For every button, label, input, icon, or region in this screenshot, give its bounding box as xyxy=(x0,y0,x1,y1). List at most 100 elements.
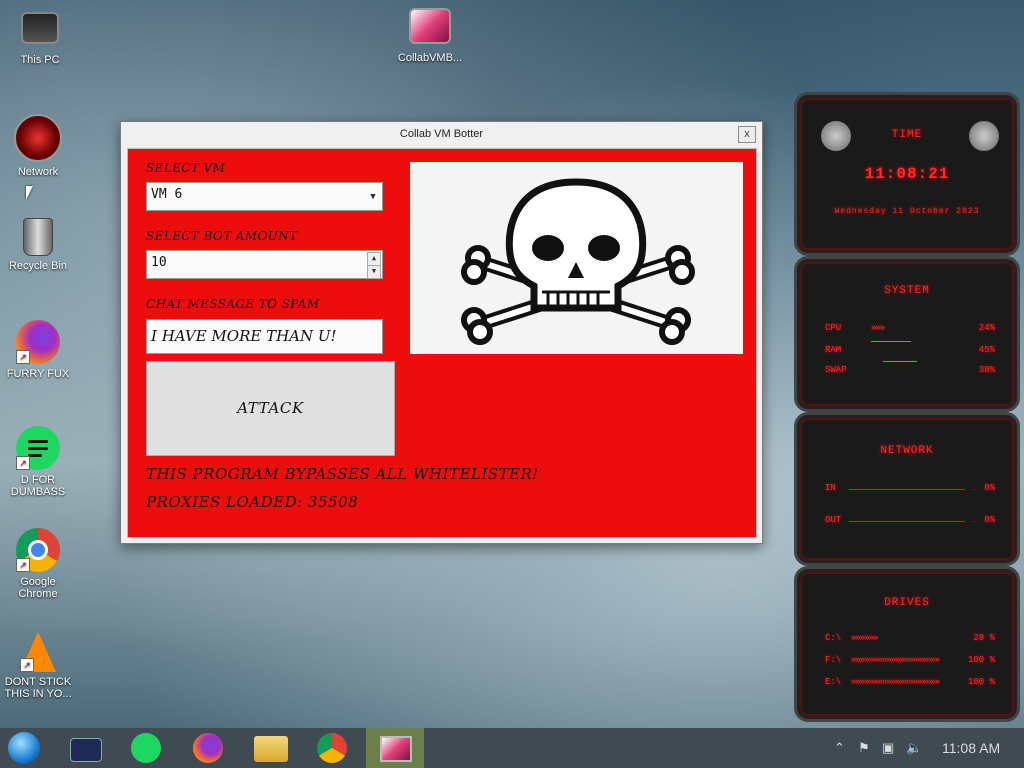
firefox-icon: ↗ xyxy=(16,320,60,364)
select-vm-value: VM 6 xyxy=(151,187,183,202)
task-view-icon[interactable] xyxy=(70,738,102,762)
gadget-title: DRIVES xyxy=(884,597,930,609)
select-vm-dropdown[interactable]: VM 6 ▼ xyxy=(146,182,383,211)
desktop-icon-label: Recycle Bin xyxy=(8,260,68,272)
window-titlebar[interactable]: Collab VM Botter x xyxy=(121,122,762,146)
close-button[interactable]: x xyxy=(738,126,756,143)
ram-label: RAM xyxy=(825,345,842,355)
chevron-up-icon[interactable]: ⌃ xyxy=(834,740,845,756)
desktop-icon-label: Network xyxy=(17,166,59,178)
skull-picture xyxy=(410,162,743,354)
drive-e-label: E:\ xyxy=(825,677,842,687)
net-out-graph xyxy=(849,521,965,522)
shortcut-arrow-icon: ↗ xyxy=(16,350,30,364)
swap-value: 38% xyxy=(978,365,995,375)
net-out-value: 0% xyxy=(984,515,995,525)
taskbar: ⌃ ⚑ ▣ 🔈 11:08 AM xyxy=(0,728,1024,768)
time-gadget: TIME 11:08:21 Wednesday 11 October 2023 xyxy=(794,92,1020,256)
net-out-label: OUT xyxy=(825,515,842,525)
drive-c-bar: »»»»»» xyxy=(851,633,878,643)
desktop-icon-this-pc[interactable]: This PC xyxy=(4,8,76,66)
attack-button[interactable]: ATTACK xyxy=(146,361,395,456)
drive-e-row: E:\ »»»»»»»»»»»»»»»»»»»» 100 % xyxy=(825,677,995,687)
swap-row: SWAP 38% xyxy=(825,361,995,375)
desktop-icon-spotify[interactable]: ↗ D FOR DUMBASS xyxy=(2,426,74,498)
cpu-row: CPU »»» 24% xyxy=(825,323,995,333)
chat-message-input[interactable]: I HAVE MORE THAN U! xyxy=(146,319,383,354)
chevron-down-icon: ▼ xyxy=(370,192,376,202)
drive-c-label: C:\ xyxy=(825,633,842,643)
window-client-area: SELECT VM VM 6 ▼ SELECT BOT AMOUNT 10 ▲ … xyxy=(127,148,757,538)
mouse-cursor-icon xyxy=(26,186,33,200)
network-gadget: NETWORK IN 0% OUT 0% xyxy=(794,412,1020,566)
net-in-row: IN 0% xyxy=(825,483,995,493)
desktop-icon-label: This PC xyxy=(20,54,60,66)
chat-message-label: CHAT MESSAGE TO SPAM xyxy=(146,297,320,311)
drive-f-label: F:\ xyxy=(825,655,842,665)
desktop-icon-label: D FOR DUMBASS xyxy=(10,474,66,498)
spotify-taskbar-icon[interactable] xyxy=(131,733,161,763)
gadget-time: 11:08:21 xyxy=(864,165,950,183)
gadget-title: NETWORK xyxy=(880,445,934,457)
gadget-title: SYSTEM xyxy=(884,285,930,297)
firefox-taskbar-icon[interactable] xyxy=(193,733,223,763)
recycle-bin-icon xyxy=(23,218,53,256)
chat-message-value: I HAVE MORE THAN U! xyxy=(151,327,337,345)
stepper-down-icon[interactable]: ▼ xyxy=(367,265,381,279)
bot-amount-value: 10 xyxy=(151,255,167,270)
start-button[interactable] xyxy=(8,732,40,764)
bot-amount-stepper[interactable]: 10 ▲ ▼ xyxy=(146,250,383,279)
chrome-icon: ↗ xyxy=(16,528,60,572)
stepper-up-icon[interactable]: ▲ xyxy=(367,252,381,266)
ram-row: RAM 45% xyxy=(825,341,995,355)
ram-value: 45% xyxy=(978,345,995,355)
drive-e-bar: »»»»»»»»»»»»»»»»»»»» xyxy=(851,677,940,687)
shortcut-arrow-icon: ↗ xyxy=(16,558,30,572)
bypass-notice: THIS PROGRAM BYPASSES ALL WHITELISTER! xyxy=(146,465,539,483)
cpu-value: 24% xyxy=(978,323,995,333)
bot-amount-label: SELECT BOT AMOUNT xyxy=(146,229,298,243)
drive-f-value: 100 % xyxy=(967,655,995,665)
desktop-icon-label: DONT STICK THIS IN YO... xyxy=(4,676,72,700)
network-icon xyxy=(14,114,62,162)
drive-e-value: 100 % xyxy=(967,677,995,687)
cpu-bar: »»» xyxy=(871,323,885,333)
net-in-graph xyxy=(849,489,965,490)
spotify-icon: ↗ xyxy=(16,426,60,470)
flag-notification-icon[interactable]: ⚑ xyxy=(858,740,870,756)
network-tray-icon[interactable]: ▣ xyxy=(882,740,894,756)
shortcut-arrow-icon: ↗ xyxy=(16,456,30,470)
net-in-label: IN xyxy=(825,483,836,493)
desktop-icon-network[interactable]: Network xyxy=(2,114,74,178)
drive-f-bar: »»»»»»»»»»»»»»»»»»»» xyxy=(851,655,940,665)
file-explorer-icon[interactable] xyxy=(254,736,288,762)
swap-graph xyxy=(883,361,917,362)
desktop-icon-recycle-bin[interactable]: Recycle Bin xyxy=(2,218,74,272)
net-in-value: 0% xyxy=(984,483,995,493)
gadget-date: Wednesday 11 October 2023 xyxy=(834,207,980,216)
drive-f-row: F:\ »»»»»»»»»»»»»»»»»»»» 100 % xyxy=(825,655,995,665)
swap-label: SWAP xyxy=(825,365,847,375)
shortcut-arrow-icon: ↗ xyxy=(20,658,34,672)
drive-c-row: C:\ »»»»»» 28 % xyxy=(825,633,995,643)
drive-c-value: 28 % xyxy=(973,633,995,643)
ram-graph xyxy=(871,341,911,342)
system-gadget: SYSTEM CPU »»» 24% RAM 45% SWAP 38% xyxy=(794,256,1020,412)
taskbar-clock[interactable]: 11:08 AM xyxy=(942,740,1000,756)
chrome-taskbar-icon[interactable] xyxy=(317,733,347,763)
desktop-icon-label: Google Chrome xyxy=(18,576,58,600)
cpu-label: CPU xyxy=(825,323,842,333)
computer-icon xyxy=(21,12,59,44)
desktop-icon-collabvmb[interactable]: CollabVMB... xyxy=(394,8,466,64)
desktop-icon-label: FURRY FUX xyxy=(6,368,70,380)
window-title: Collab VM Botter xyxy=(399,128,484,140)
collabvm-botter-taskbar-button[interactable] xyxy=(366,728,424,768)
desktop-icon-label: CollabVMB... xyxy=(397,52,463,64)
desktop-icon-google-chrome[interactable]: ↗ Google Chrome xyxy=(2,528,74,600)
collab-vm-botter-window: Collab VM Botter x SELECT VM VM 6 ▼ SELE… xyxy=(120,121,763,544)
volume-icon[interactable]: 🔈 xyxy=(906,740,922,756)
select-vm-label: SELECT VM xyxy=(146,161,226,175)
skull-crossbones-icon xyxy=(461,178,695,345)
desktop-icon-furry-fux[interactable]: ↗ FURRY FUX xyxy=(2,320,74,380)
desktop-icon-vlc[interactable]: ↗ DONT STICK THIS IN YO... xyxy=(2,632,74,700)
